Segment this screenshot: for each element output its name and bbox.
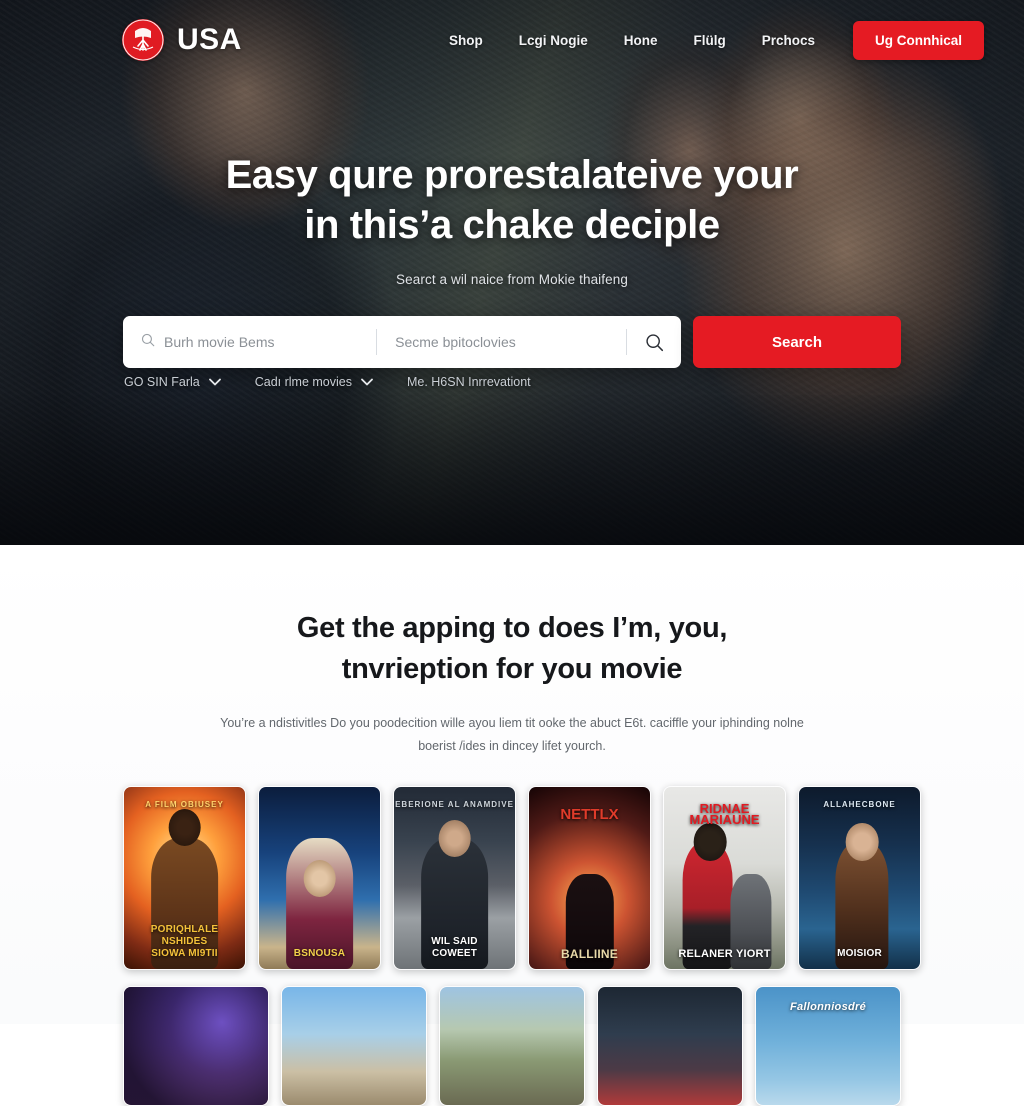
brand-name: USA bbox=[177, 23, 242, 56]
hero-title-line1: Easy qure prorestalateive your bbox=[225, 153, 799, 197]
features-title: Get the apping to does I’m, you, tnvriep… bbox=[150, 608, 874, 690]
movie-card[interactable] bbox=[123, 986, 269, 1106]
features-description: You’re a ndistivitles Do you poodecition… bbox=[220, 716, 804, 753]
movie-poster[interactable]: RIDNAE MARIAUNE RELANER YIORT bbox=[663, 786, 786, 970]
main-nav: Shop Lcgi Nogie Hone Flülg Prchocs Ug Co… bbox=[431, 20, 984, 60]
movie-card[interactable] bbox=[597, 986, 743, 1106]
search-input-primary[interactable] bbox=[164, 334, 359, 350]
chevron-down-icon bbox=[361, 375, 373, 389]
hero-title: Easy qure prorestalateive your in this’a… bbox=[110, 150, 914, 250]
chevron-down-icon bbox=[208, 375, 221, 389]
card-artwork bbox=[440, 987, 584, 1105]
poster-title: BSNOUSA bbox=[293, 948, 346, 959]
nav-item-shop[interactable]: Shop bbox=[431, 33, 501, 48]
nav-item-products[interactable]: Prchocs bbox=[744, 33, 833, 48]
poster-artwork bbox=[799, 787, 920, 969]
filter-genre[interactable]: GO SIN Farla bbox=[124, 375, 221, 389]
poster-top-tag: RIDNAE MARIAUNE bbox=[689, 801, 760, 827]
site-header: USA Shop Lcgi Nogie Hone Flülg Prchocs U… bbox=[0, 0, 1024, 80]
brand-logo[interactable]: USA bbox=[122, 19, 242, 61]
poster-title: MOISIOR bbox=[837, 948, 882, 959]
filter-category-label: Cadı rlme movies bbox=[254, 375, 352, 389]
hero-subtitle: Searct a wil naice from Mokie thaifeng bbox=[396, 272, 628, 287]
movie-poster[interactable]: ALLAHECBONE MOISIOR bbox=[798, 786, 921, 970]
hero-filter-row: GO SIN Farla Cadı rlme movies Me. H6SN I… bbox=[124, 375, 531, 389]
card-title: Fallonniosdré bbox=[789, 1001, 867, 1013]
search-field-primary[interactable] bbox=[123, 316, 376, 368]
signup-button[interactable]: Ug Connhical bbox=[853, 20, 984, 60]
hero-title-line2: in this’a chake deciple bbox=[304, 203, 720, 247]
poster-top-tag: A FILM OBIUSEY bbox=[145, 800, 224, 809]
nav-item-blog[interactable]: Flülg bbox=[675, 33, 743, 48]
hero-search-bar: Search bbox=[123, 316, 901, 368]
nav-item-home[interactable]: Hone bbox=[606, 33, 676, 48]
poster-top-tag: NETTLX bbox=[560, 806, 619, 823]
filter-note: Me. H6SN Inrrevationt bbox=[407, 375, 531, 389]
movie-poster[interactable]: NETTLX BALLIINE bbox=[528, 786, 651, 970]
movie-poster[interactable]: EBERIONE AL ANAMDIVE WIL SAID COWEET bbox=[393, 786, 516, 970]
poster-title: BALLIINE bbox=[561, 947, 618, 961]
poster-title: RELANER YIORT bbox=[678, 948, 771, 960]
movie-poster[interactable]: BSNOUSA bbox=[258, 786, 381, 970]
movie-card-row-secondary: Fallonniosdré bbox=[123, 986, 901, 1106]
movie-card[interactable] bbox=[281, 986, 427, 1106]
movie-card[interactable] bbox=[439, 986, 585, 1106]
movie-card[interactable]: Fallonniosdré bbox=[755, 986, 901, 1106]
poster-top-tag: ALLAHECBONE bbox=[823, 800, 896, 809]
filter-note-label: Me. H6SN Inrrevationt bbox=[406, 375, 531, 389]
card-artwork bbox=[282, 987, 426, 1105]
hero-foreground-shadow bbox=[0, 395, 1024, 545]
poster-top-tag: EBERIONE AL ANAMDIVE bbox=[395, 800, 514, 809]
movie-poster[interactable]: A FILM OBIUSEY PORIQHLALE NSHIDES SIOWA … bbox=[123, 786, 246, 970]
card-artwork bbox=[598, 987, 742, 1105]
poster-title: WIL SAID COWEET bbox=[431, 936, 478, 959]
search-magnifier-button[interactable] bbox=[627, 316, 681, 368]
hero-section: USA Shop Lcgi Nogie Hone Flülg Prchocs U… bbox=[0, 0, 1024, 545]
poster-title: PORIQHLALE NSHIDES SIOWA MI9TII bbox=[150, 924, 219, 959]
filter-genre-label: GO SIN Farla bbox=[124, 375, 200, 389]
poster-artwork bbox=[259, 787, 380, 969]
search-input-secondary[interactable] bbox=[395, 334, 608, 350]
movie-poster-row: A FILM OBIUSEY PORIQHLALE NSHIDES SIOWA … bbox=[123, 786, 921, 970]
search-button[interactable]: Search bbox=[693, 316, 901, 368]
filter-category[interactable]: Cadı rlme movies bbox=[255, 375, 373, 389]
search-field-secondary[interactable] bbox=[377, 316, 626, 368]
usa-circle-logo-icon bbox=[122, 19, 164, 61]
nav-item-login[interactable]: Lcgi Nogie bbox=[501, 33, 606, 48]
search-icon bbox=[141, 333, 155, 352]
features-title-line1: Get the apping to does I’m, you, bbox=[296, 612, 728, 644]
hero-content: Easy qure prorestalateive your in this’a… bbox=[0, 150, 1024, 287]
card-artwork bbox=[124, 987, 268, 1105]
features-title-line2: tnvrieption for you movie bbox=[341, 653, 683, 685]
features-header: Get the apping to does I’m, you, tnvriep… bbox=[0, 545, 1024, 758]
search-fields-container bbox=[123, 316, 681, 368]
